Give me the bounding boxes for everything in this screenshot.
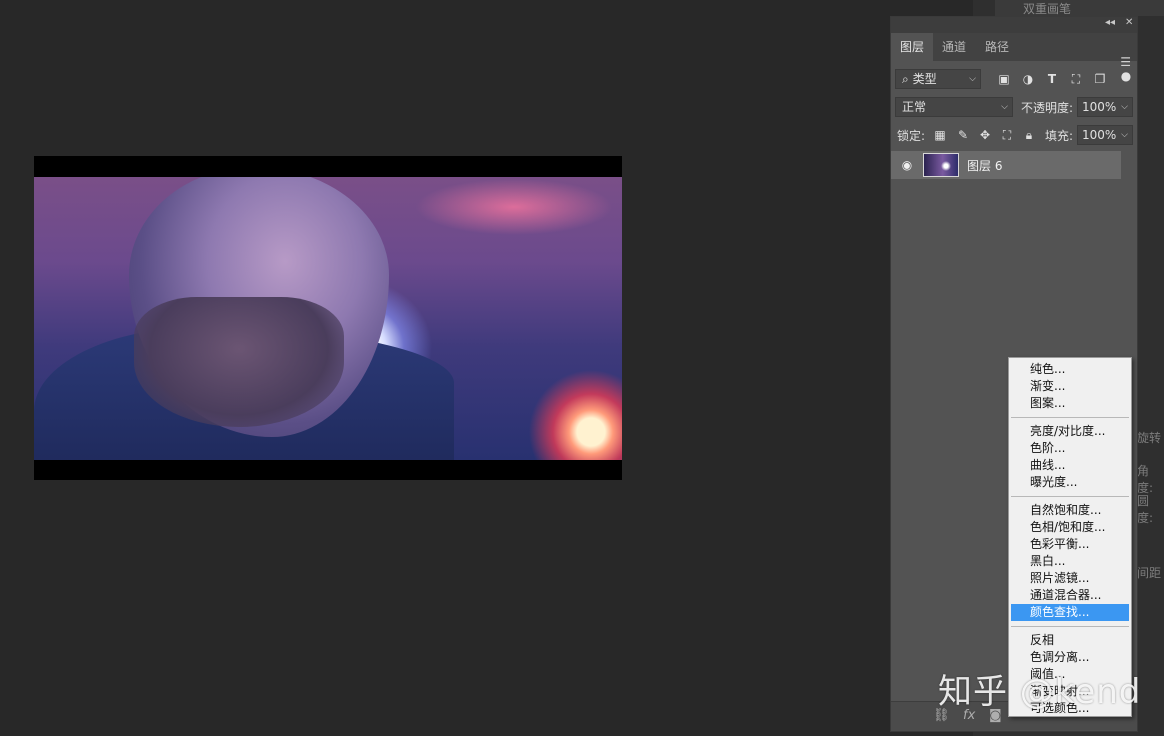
panel-tabs: 图层 通道 路径 ☰ <box>891 33 1137 69</box>
lock-row: 锁定: ▦ ✎ ✥ ⛶ 🔒︎ 填充: 100% ⌵ <box>891 123 1137 147</box>
filter-row: ⌕ 类型 ⌵ ▣ ◑ T ⛶ ❐ ● <box>891 67 1137 91</box>
lock-brush-icon[interactable]: ✎ <box>954 126 972 144</box>
opacity-value: 100% <box>1082 100 1117 114</box>
menu-separator <box>1011 496 1129 497</box>
fill-value: 100% <box>1082 128 1117 142</box>
photo-beard <box>134 297 344 427</box>
blend-mode-dropdown[interactable]: 正常 ⌵ <box>895 97 1013 117</box>
menu-item-pattern[interactable]: 图案... <box>1011 395 1129 412</box>
blend-mode-value: 正常 <box>902 100 927 114</box>
tab-layers[interactable]: 图层 <box>891 33 933 61</box>
menu-item-color-balance[interactable]: 色彩平衡... <box>1011 536 1129 553</box>
menu-separator <box>1011 626 1129 627</box>
search-icon: ⌕ <box>902 72 909 86</box>
menu-item-gradient[interactable]: 渐变... <box>1011 378 1129 395</box>
layer-thumbnail <box>923 153 959 177</box>
watermark: 知乎 @kend <box>938 672 1142 712</box>
chevron-down-icon: ⌵ <box>969 74 976 84</box>
canvas-photo[interactable] <box>34 177 622 460</box>
opacity-label: 不透明度: <box>1021 101 1074 115</box>
lock-transparent-icon[interactable]: ▦ <box>931 126 949 144</box>
filter-type-dropdown[interactable]: ⌕ 类型 ⌵ <box>895 69 981 89</box>
tab-channels[interactable]: 通道 <box>933 33 975 61</box>
dual-brush-label: 双重画笔 <box>1023 2 1072 16</box>
menu-separator <box>1011 417 1129 418</box>
filter-type-label: 类型 <box>912 72 937 86</box>
close-icon[interactable]: ✕ <box>1125 17 1133 28</box>
menu-item-black-white[interactable]: 黑白... <box>1011 553 1129 570</box>
menu-item-exposure[interactable]: 曝光度... <box>1011 474 1129 491</box>
chevron-down-icon: ⌵ <box>1121 102 1128 112</box>
chevron-down-icon: ⌵ <box>1001 102 1008 112</box>
layer-row[interactable]: ◉ 图层 6 <box>891 151 1121 179</box>
menu-item-channel-mixer[interactable]: 通道混合器... <box>1011 587 1129 604</box>
collapse-icon[interactable]: ◂◂ <box>1105 17 1115 28</box>
menu-item-curves[interactable]: 曲线... <box>1011 457 1129 474</box>
tab-paths[interactable]: 路径 <box>976 33 1018 61</box>
smart-object-filter-icon[interactable]: ❐ <box>1091 70 1109 88</box>
opacity-field[interactable]: 100% ⌵ <box>1077 97 1133 117</box>
menu-item-photo-filter[interactable]: 照片滤镜... <box>1011 570 1129 587</box>
layer-name[interactable]: 图层 6 <box>967 157 1002 174</box>
adjustment-filter-icon[interactable]: ◑ <box>1019 70 1037 88</box>
lock-move-icon[interactable]: ✥ <box>976 126 994 144</box>
document-canvas[interactable] <box>34 156 622 480</box>
dock-partial-label: 旋转 <box>1137 431 1162 445</box>
blend-row: 正常 ⌵ 不透明度: 100% ⌵ <box>891 95 1137 119</box>
image-filter-icon[interactable]: ▣ <box>995 70 1013 88</box>
menu-item-brightness-contrast[interactable]: 亮度/对比度... <box>1011 423 1129 440</box>
lock-label: 锁定: <box>897 129 926 143</box>
eye-icon[interactable]: ◉ <box>898 156 916 174</box>
text-filter-icon[interactable]: T <box>1043 70 1061 88</box>
menu-item-levels[interactable]: 色阶... <box>1011 440 1129 457</box>
filter-toggle-icon[interactable]: ● <box>1117 67 1135 85</box>
fill-label: 填充: <box>1045 129 1074 143</box>
menu-item-hue-saturation[interactable]: 色相/饱和度... <box>1011 519 1129 536</box>
lock-artboard-icon[interactable]: ⛶ <box>998 126 1016 144</box>
menu-item-color-lookup[interactable]: 颜色查找... <box>1011 604 1129 621</box>
menu-item-solid-color[interactable]: 纯色... <box>1011 361 1129 378</box>
panel-titlebar: ◂◂ ✕ <box>891 17 1137 33</box>
chevron-down-icon: ⌵ <box>1121 130 1128 140</box>
shape-filter-icon[interactable]: ⛶ <box>1067 70 1085 88</box>
dock-partial-label: 间距 <box>1137 566 1162 580</box>
dock-partial-label: 圆度: <box>1137 494 1154 525</box>
menu-item-invert[interactable]: 反相 <box>1011 632 1129 649</box>
fill-field[interactable]: 100% ⌵ <box>1077 125 1133 145</box>
dual-brush-row[interactable] <box>995 0 1164 16</box>
menu-item-vibrance[interactable]: 自然饱和度... <box>1011 502 1129 519</box>
adjustment-menu: 纯色... 渐变... 图案... 亮度/对比度... 色阶... 曲线... … <box>1008 357 1132 717</box>
dock-partial-label: 角度: <box>1137 464 1154 495</box>
lock-all-icon[interactable]: 🔒︎ <box>1020 126 1038 144</box>
